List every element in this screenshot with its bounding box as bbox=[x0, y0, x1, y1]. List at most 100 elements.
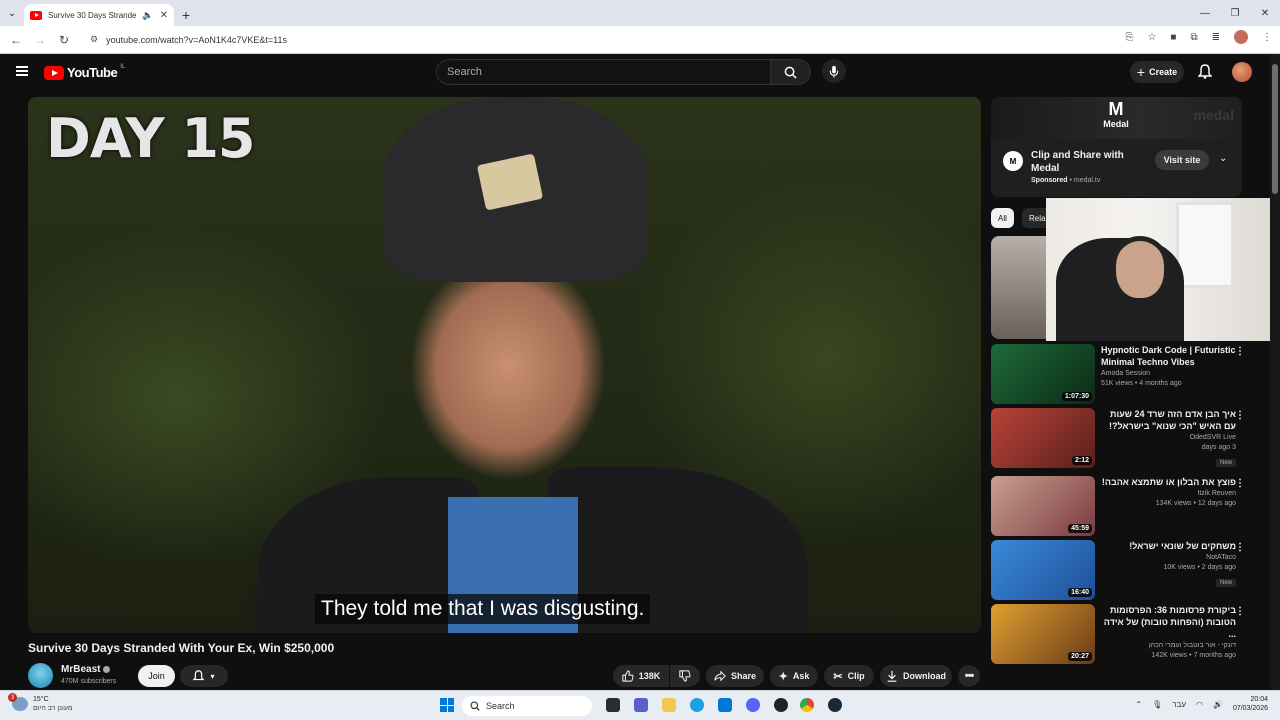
recommendation-meta: 134K views • 12 days ago bbox=[1155, 500, 1236, 507]
ask-button[interactable]: ✦ Ask bbox=[770, 665, 818, 687]
more-vertical-icon[interactable]: ⋮ bbox=[1235, 606, 1245, 617]
sponsored-label: Sponsored bbox=[1031, 177, 1068, 184]
recommendation-channel[interactable]: Itzik Reuven bbox=[1101, 490, 1236, 497]
share-icon bbox=[714, 670, 726, 682]
channel-name[interactable]: MrBeast bbox=[61, 664, 111, 675]
recommendation-thumbnail[interactable]: 1:07:30 bbox=[991, 344, 1095, 404]
tab-close-icon[interactable]: ✕ bbox=[160, 10, 168, 21]
search-icon bbox=[784, 66, 797, 79]
chevron-down-icon[interactable]: ⌄ bbox=[1219, 153, 1227, 164]
recommendation-title[interactable]: איך הבן אדם הזה שרד 24 שעות עם האיש "הכי… bbox=[1101, 408, 1236, 432]
recommendation-item[interactable]: 1:07:30 Hypnotic Dark Code | Futuristic M… bbox=[991, 344, 1251, 404]
recommendation-thumbnail[interactable]: 45:59 bbox=[991, 476, 1095, 536]
visit-site-button[interactable]: Visit site bbox=[1155, 150, 1209, 170]
steam-icon[interactable] bbox=[828, 698, 842, 712]
ad-card[interactable]: M Clip and Share with Medal Sponsored • … bbox=[991, 139, 1242, 197]
clock[interactable]: 20:04 07/03/2026 bbox=[1233, 695, 1268, 713]
channel-avatar[interactable] bbox=[28, 663, 53, 688]
browser-menu-icon[interactable]: ⋮ bbox=[1262, 32, 1272, 43]
video-player[interactable]: DAY 15 They told me that I was disgustin… bbox=[28, 97, 981, 633]
like-button[interactable]: 138K bbox=[613, 665, 669, 687]
task-view-icon[interactable] bbox=[606, 698, 620, 712]
bookmark-star-icon[interactable]: ☆ bbox=[1147, 32, 1156, 43]
search-input[interactable]: Search bbox=[436, 59, 771, 85]
ad-banner-image[interactable]: medal M Medal bbox=[991, 97, 1242, 139]
recommendation-item[interactable]: 45:59 פוצץ את הבלון או שתמצא אהבה! Itzik R… bbox=[991, 476, 1251, 536]
browser-tab-strip: ⌄ Survive 30 Days Stranded W 🔈 ✕ + — ❐ ✕ bbox=[0, 0, 1280, 26]
more-vertical-icon[interactable]: ⋮ bbox=[1235, 346, 1245, 357]
minimize-icon[interactable]: — bbox=[1190, 0, 1220, 26]
media-controls-icon[interactable]: ≣ bbox=[1212, 32, 1220, 43]
cast-icon[interactable]: ⎘ bbox=[1125, 32, 1133, 43]
volume-icon[interactable]: 🔊 bbox=[1213, 700, 1223, 709]
extensions-puzzle-icon[interactable]: ⧉ bbox=[1190, 32, 1197, 43]
tab-search-icon[interactable]: ⌄ bbox=[0, 0, 24, 26]
tab-audio-icon[interactable]: 🔈 bbox=[142, 10, 153, 21]
edge-icon[interactable] bbox=[690, 698, 704, 712]
notifications-bell-icon[interactable] bbox=[1197, 64, 1213, 84]
voice-search-button[interactable] bbox=[822, 59, 846, 83]
more-vertical-icon[interactable]: ⋮ bbox=[1235, 478, 1245, 489]
recommendation-channel[interactable]: NotATaco bbox=[1101, 554, 1236, 561]
recommendation-title[interactable]: משחקים של שונאי ישראל! bbox=[1101, 540, 1236, 552]
recommendation-thumbnail[interactable]: 20:27 bbox=[991, 604, 1095, 664]
recommendation-title[interactable]: Hypnotic Dark Code | Futuristic Minimal … bbox=[1101, 344, 1236, 368]
join-button[interactable]: Join bbox=[138, 665, 175, 687]
recommendation-thumbnail[interactable]: 16:40 bbox=[991, 540, 1095, 600]
dislike-button[interactable] bbox=[670, 665, 700, 687]
windows-start-icon[interactable] bbox=[440, 698, 454, 712]
recommendation-item[interactable]: 2:12 איך הבן אדם הזה שרד 24 שעות עם האיש … bbox=[991, 408, 1251, 468]
window-close-icon[interactable]: ✕ bbox=[1250, 0, 1280, 26]
clip-button[interactable]: ✂ Clip bbox=[824, 665, 874, 687]
youtube-logo[interactable]: YouTube IL bbox=[44, 64, 125, 80]
subscription-bell-button[interactable]: ▾ bbox=[180, 665, 228, 687]
search-button[interactable] bbox=[771, 59, 811, 85]
profile-avatar[interactable] bbox=[1234, 30, 1248, 44]
scrollbar-thumb[interactable] bbox=[1272, 64, 1278, 194]
recommendation-channel[interactable]: OdedSVR Live bbox=[1101, 434, 1236, 441]
logo-text: YouTube bbox=[67, 65, 118, 80]
store-icon[interactable] bbox=[718, 698, 732, 712]
browser-tab-active[interactable]: Survive 30 Days Stranded W 🔈 ✕ bbox=[24, 4, 174, 26]
account-avatar[interactable] bbox=[1232, 62, 1252, 82]
download-button[interactable]: Download bbox=[880, 665, 952, 687]
extension-icon[interactable]: ■ bbox=[1170, 32, 1176, 43]
app-icon[interactable] bbox=[774, 698, 788, 712]
recommendation-channel[interactable]: דונקי - אור בוטבול ועמרי הכהן bbox=[1101, 642, 1236, 649]
more-vertical-icon[interactable]: ⋮ bbox=[1235, 410, 1245, 421]
reload-icon[interactable]: ↻ bbox=[52, 28, 76, 52]
recommendation-item[interactable]: 20:27 ביקורת פרסומות 36: הפרסומות הטובות … bbox=[991, 604, 1251, 664]
taskbar-search[interactable]: Search bbox=[462, 696, 592, 716]
create-button[interactable]: + Create bbox=[1130, 61, 1184, 83]
language-indicator[interactable]: עבר bbox=[1172, 700, 1186, 709]
recommendation-meta: 10K views • 2 days ago bbox=[1163, 564, 1237, 571]
microphone-tray-icon[interactable]: 🎙 bbox=[1152, 700, 1162, 709]
chevron-up-icon[interactable]: ⌃ bbox=[1135, 700, 1142, 709]
recommendation-thumbnail[interactable] bbox=[991, 236, 1047, 339]
system-tray: ⌃ 🎙 עבר ◠ 🔊 20:04 07/03/2026 bbox=[1135, 695, 1268, 713]
site-info-icon[interactable]: ⚙ bbox=[90, 34, 98, 45]
new-tab-button[interactable]: + bbox=[174, 4, 198, 26]
recommendation-title[interactable]: פוצץ את הבלון או שתמצא אהבה! bbox=[1101, 476, 1236, 488]
wifi-icon[interactable]: ◠ bbox=[1196, 700, 1203, 709]
share-button[interactable]: Share bbox=[706, 665, 764, 687]
more-vertical-icon[interactable]: ⋮ bbox=[1235, 542, 1245, 553]
back-arrow-icon[interactable]: ← bbox=[4, 28, 28, 52]
teams-icon[interactable] bbox=[634, 698, 648, 712]
more-actions-button[interactable]: ••• bbox=[958, 665, 980, 687]
chrome-icon[interactable] bbox=[800, 698, 814, 712]
file-explorer-icon[interactable] bbox=[662, 698, 676, 712]
subscriber-count: 470M subscribers bbox=[61, 678, 117, 685]
maximize-icon[interactable]: ❐ bbox=[1220, 0, 1250, 26]
chip-all[interactable]: All bbox=[991, 208, 1014, 228]
address-bar[interactable]: ⚙ youtube.com/watch?v=AoN1K4c7VKE&t=11s bbox=[80, 29, 1100, 51]
forward-arrow-icon[interactable]: → bbox=[28, 28, 52, 52]
recommendation-title[interactable]: ביקורת פרסומות 36: הפרסומות הטובות (והפח… bbox=[1101, 604, 1236, 640]
recommendation-channel[interactable]: Amoda Session bbox=[1101, 370, 1236, 377]
page-scrollbar[interactable] bbox=[1270, 54, 1280, 690]
menu-icon[interactable] bbox=[16, 66, 28, 76]
recommendation-item[interactable]: 16:40 משחקים של שונאי ישראל! NotATaco 10K v… bbox=[991, 540, 1251, 600]
recommendation-thumbnail[interactable]: 2:12 bbox=[991, 408, 1095, 468]
discord-icon[interactable] bbox=[746, 698, 760, 712]
weather-widget[interactable]: 3 15°C מעונן רב היום bbox=[8, 693, 73, 713]
